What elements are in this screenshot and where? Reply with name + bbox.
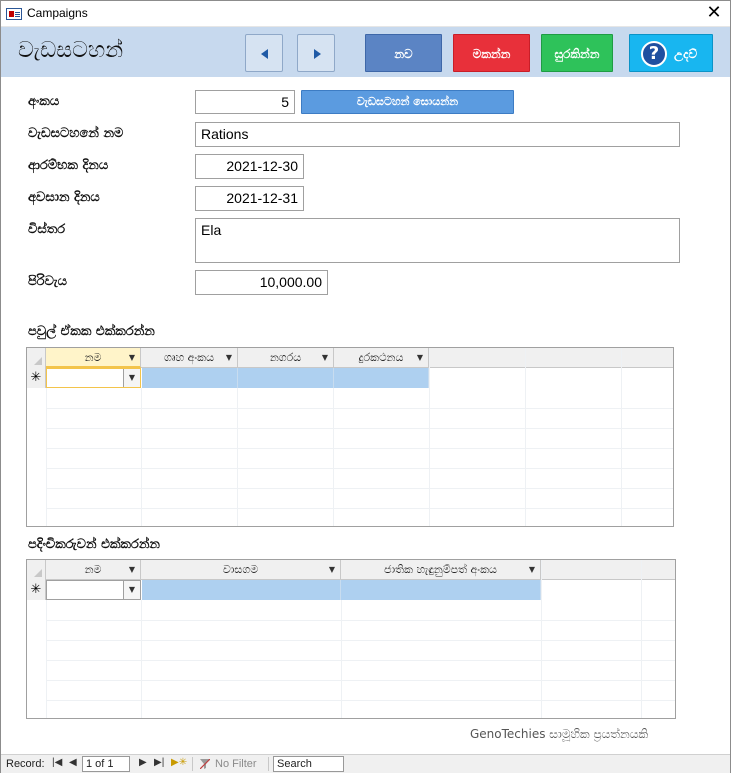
grid-line xyxy=(429,348,430,526)
grid-line xyxy=(141,388,142,526)
start-date-field[interactable]: 2021-12-30 xyxy=(195,154,304,179)
chevron-down-icon[interactable]: ▼ xyxy=(322,348,328,368)
grid-line xyxy=(341,600,342,718)
end-date-label: අවසාන දිනය xyxy=(28,190,100,205)
grid-line xyxy=(621,348,622,526)
new-record-icon[interactable]: ▶✳ xyxy=(171,757,187,768)
form-icon xyxy=(6,8,22,20)
cost-label: පිරිවැය xyxy=(28,274,67,289)
campaign-name-label: වැඩසටහනේ නම xyxy=(28,126,124,141)
end-date-field[interactable]: 2021-12-31 xyxy=(195,186,304,211)
residents-col-surname-label: වාසගම xyxy=(222,563,259,576)
chevron-down-icon[interactable]: ▼ xyxy=(129,560,135,580)
chevron-down-icon[interactable]: ▼ xyxy=(226,348,232,368)
families-col-city-label: නගරය xyxy=(269,351,302,364)
question-mark-icon: ? xyxy=(641,41,667,67)
families-col-phone-label: දුරකථනය xyxy=(358,351,404,364)
title-bar: Campaigns ✕ xyxy=(1,1,730,27)
previous-record-button[interactable] xyxy=(245,34,283,72)
families-col-house-number-label: ගෘහ අංකය xyxy=(163,351,215,364)
number-field[interactable]: 5 xyxy=(195,90,295,114)
families-name-combo[interactable]: ▼ xyxy=(46,368,141,388)
new-record-marker-icon[interactable]: ✳ xyxy=(27,580,46,600)
chevron-down-icon[interactable]: ▼ xyxy=(123,581,140,599)
campaign-name-field[interactable]: Rations xyxy=(195,122,680,147)
left-triangle-icon xyxy=(261,49,268,59)
residents-name-combo[interactable]: ▼ xyxy=(46,580,141,600)
grid-line xyxy=(641,560,642,718)
first-record-icon[interactable]: |◀ xyxy=(52,757,62,768)
grid-line xyxy=(46,600,47,718)
save-button[interactable]: සුරකින්න xyxy=(541,34,613,72)
grid-line xyxy=(141,600,142,718)
grid-line xyxy=(525,348,526,526)
grid-line xyxy=(541,560,542,718)
residents-col-nic-label: ජාතික හැඳුනුම්පත් අංකය xyxy=(384,563,497,576)
number-label: අංකය xyxy=(28,94,60,109)
previous-record-icon[interactable]: ◀ xyxy=(69,757,77,768)
record-label: Record: xyxy=(6,758,45,770)
next-record-icon[interactable]: ▶ xyxy=(139,757,147,768)
residents-section-label: පදිංචිකරුවන් එක්කරන්න xyxy=(28,537,160,552)
details-field[interactable]: Ela xyxy=(195,218,680,263)
grid-line xyxy=(237,388,238,526)
start-date-label: ආරම්භක දිනය xyxy=(28,158,109,173)
families-col-city[interactable]: නගරය ▼ xyxy=(238,348,334,368)
residents-col-name[interactable]: නම ▼ xyxy=(46,560,141,580)
footer-credit: GenoTechies සාමූහික ප්‍රයත්නයකි xyxy=(470,727,649,741)
residents-col-name-label: නම xyxy=(84,563,102,576)
families-section-label: පවුල් ඒකක එක්කරන්න xyxy=(28,324,155,339)
families-phone-cell[interactable] xyxy=(334,368,429,388)
families-col-house-number[interactable]: ගෘහ අංකය ▼ xyxy=(141,348,238,368)
search-campaigns-button[interactable]: වැඩසටහන් සොයන්න xyxy=(301,90,514,114)
form-window: Campaigns ✕ වැඩසටහන් නව මකන්න සුරකින්න ?… xyxy=(0,0,731,773)
families-col-name[interactable]: නම ▼ xyxy=(46,348,141,368)
form-header: වැඩසටහන් නව මකන්න සුරකින්න ? උදව් xyxy=(1,27,730,77)
record-navigation-bar: Record: |◀ ◀ 1 of 1 ▶ ▶| ▶✳ No Filter Se… xyxy=(1,754,730,773)
delete-button[interactable]: මකන්න xyxy=(453,34,530,72)
grid-line xyxy=(46,388,47,526)
details-label: විස්තර xyxy=(28,222,66,237)
help-button[interactable]: ? උදව් xyxy=(629,34,713,72)
chevron-down-icon[interactable]: ▼ xyxy=(329,560,335,580)
residents-col-nic[interactable]: ජාතික හැඳුනුම්පත් අංකය ▼ xyxy=(341,560,541,580)
select-all-corner[interactable] xyxy=(27,348,46,368)
residents-surname-cell[interactable] xyxy=(142,580,341,600)
residents-col-surname[interactable]: වාසගම ▼ xyxy=(141,560,341,580)
divider xyxy=(192,757,193,771)
families-city-cell[interactable] xyxy=(238,368,334,388)
families-grid: නම ▼ ගෘහ අංකය ▼ නගරය ▼ දුරකථනය ▼ ✳ ▼ xyxy=(26,347,674,527)
page-title: වැඩසටහන් xyxy=(18,38,124,63)
chevron-down-icon[interactable]: ▼ xyxy=(123,369,140,387)
next-record-button[interactable] xyxy=(297,34,335,72)
window-title: Campaigns xyxy=(27,6,88,20)
families-house-number-cell[interactable] xyxy=(142,368,238,388)
last-record-icon[interactable]: ▶| xyxy=(154,757,164,768)
new-button[interactable]: නව xyxy=(365,34,442,72)
residents-nic-cell[interactable] xyxy=(341,580,541,600)
grid-line xyxy=(333,388,334,526)
close-icon[interactable]: ✕ xyxy=(704,3,724,23)
help-button-label: උදව් xyxy=(674,47,698,61)
right-triangle-icon xyxy=(314,49,321,59)
divider xyxy=(268,757,269,771)
no-filter-button[interactable]: No Filter xyxy=(215,758,257,770)
cost-field[interactable]: 10,000.00 xyxy=(195,270,328,295)
chevron-down-icon[interactable]: ▼ xyxy=(417,348,423,368)
residents-grid: නම ▼ වාසගම ▼ ජාතික හැඳුනුම්පත් අංකය ▼ ✳ … xyxy=(26,559,676,719)
current-record-input[interactable]: 1 of 1 xyxy=(82,756,130,772)
families-col-name-label: නම xyxy=(84,351,102,364)
new-record-marker-icon[interactable]: ✳ xyxy=(27,368,46,388)
chevron-down-icon[interactable]: ▼ xyxy=(529,560,535,580)
chevron-down-icon[interactable]: ▼ xyxy=(129,348,135,368)
families-col-phone[interactable]: දුරකථනය ▼ xyxy=(334,348,429,368)
select-all-corner[interactable] xyxy=(27,560,46,580)
funnel-icon xyxy=(200,759,210,769)
search-input[interactable]: Search xyxy=(273,756,344,772)
